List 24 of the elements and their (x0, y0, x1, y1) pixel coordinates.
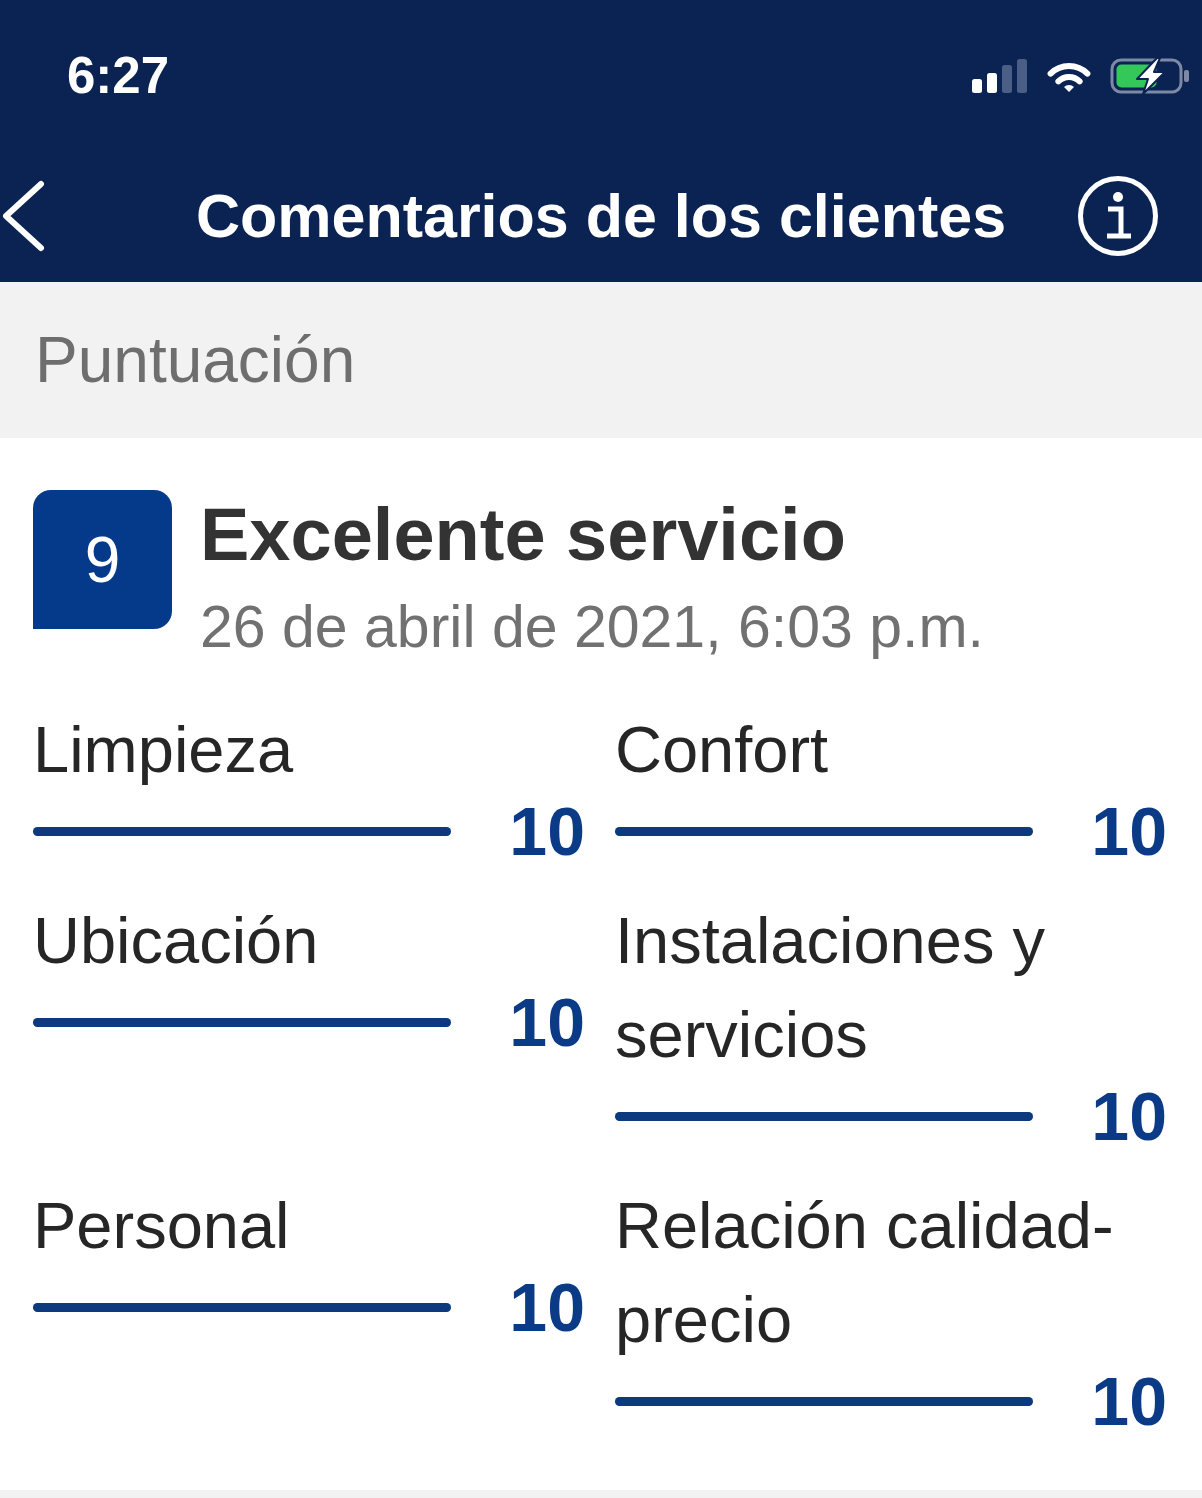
info-icon (1077, 175, 1159, 257)
back-button[interactable] (0, 178, 46, 254)
chevron-left-icon (1, 180, 45, 252)
review-headline: Excelente servicio (200, 495, 847, 575)
section-title: Puntuación (35, 323, 356, 398)
battery-charging-icon (1110, 57, 1190, 95)
rating-score: 10 (509, 988, 585, 1056)
review-date: 26 de abril de 2021, 6:03 p.m. (200, 594, 984, 660)
rating-label: Relación calidad-precio (615, 1188, 1115, 1358)
rating-score: 10 (1091, 1367, 1167, 1435)
info-button[interactable] (1077, 175, 1159, 257)
signal-icon (972, 59, 1028, 93)
screen-title: Comentarios de los clientes (195, 180, 1007, 252)
rating-score: 10 (509, 1273, 585, 1341)
rating-score: 10 (509, 797, 585, 865)
score-badge: 9 (33, 490, 172, 629)
status-time: 6:27 (67, 49, 170, 101)
rating-label: Ubicación (33, 903, 320, 979)
rating-score: 10 (1091, 797, 1167, 865)
rating-score: 10 (1091, 1082, 1167, 1150)
rating-label: Instalaciones y servicios (615, 903, 1046, 1073)
rating-label: Personal (33, 1188, 291, 1264)
rating-label: Limpieza (33, 712, 295, 788)
rating-label: Confort (615, 712, 830, 788)
